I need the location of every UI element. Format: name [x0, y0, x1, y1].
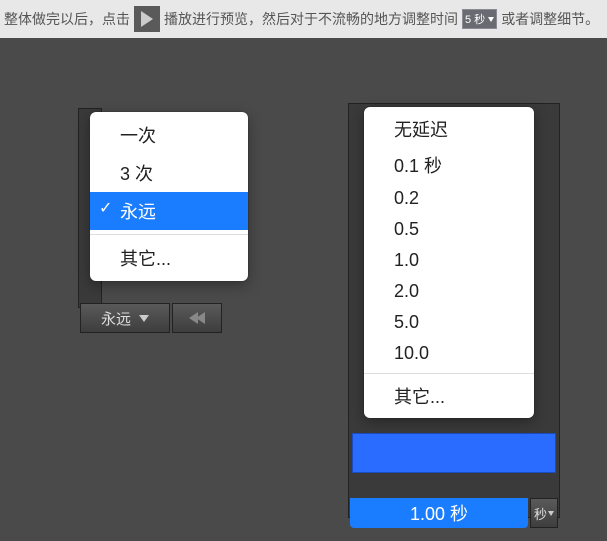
loop-menu: 一次 3 次 永远 其它... [90, 112, 248, 281]
rewind-button[interactable] [172, 303, 222, 333]
play-button[interactable] [134, 6, 160, 32]
delay-option-5-0[interactable]: 5.0 [364, 307, 534, 338]
loop-option-once[interactable]: 一次 [90, 116, 248, 154]
menu-separator [90, 234, 248, 235]
delay-option-1-0[interactable]: 1.0 [364, 245, 534, 276]
loop-option-forever[interactable]: 永远 [90, 192, 248, 230]
instruction-text-2: 播放进行预览，然后对于不流畅的地方调整时间 [164, 9, 458, 29]
delay-option-2-0[interactable]: 2.0 [364, 276, 534, 307]
instruction-text-3: 或者调整细节。 [501, 9, 599, 29]
time-badge-label: 5 秒 [465, 11, 485, 27]
delay-option-0-1[interactable]: 0.1 秒 [364, 147, 534, 183]
loop-dropdown-label: 永远 [101, 308, 131, 329]
chevron-down-icon [139, 315, 149, 322]
loop-option-other[interactable]: 其它... [90, 239, 248, 277]
selected-frame-row[interactable] [352, 433, 556, 473]
delay-dropdown-tail[interactable]: 秒 [530, 498, 558, 528]
chevron-down-icon [548, 511, 554, 516]
loop-dropdown-button[interactable]: 永远 [80, 303, 170, 333]
delay-tail-label: 秒 [534, 504, 547, 523]
delay-option-0-5[interactable]: 0.5 [364, 214, 534, 245]
instruction-text-1: 整体做完以后，点击 [4, 9, 130, 29]
delay-menu: 无延迟 0.1 秒 0.2 0.5 1.0 2.0 5.0 10.0 其它... [364, 107, 534, 418]
delay-option-other[interactable]: 其它... [364, 378, 534, 414]
play-icon [141, 11, 153, 27]
loop-option-3times[interactable]: 3 次 [90, 154, 248, 192]
delay-option-0-2[interactable]: 0.2 [364, 183, 534, 214]
delay-option-10-0[interactable]: 10.0 [364, 338, 534, 369]
rewind-icon [196, 312, 205, 324]
instruction-bar: 整体做完以后，点击 播放进行预览，然后对于不流畅的地方调整时间 5 秒 或者调整… [0, 0, 607, 38]
time-badge[interactable]: 5 秒 [462, 9, 497, 29]
canvas-area: 一次 3 次 永远 其它... 永远 无延迟 0.1 秒 0.2 0.5 1.0… [0, 38, 607, 541]
menu-separator [364, 373, 534, 374]
delay-current-display[interactable]: 1.00 秒 [350, 498, 528, 528]
chevron-down-icon [488, 17, 494, 22]
delay-option-none[interactable]: 无延迟 [364, 111, 534, 147]
